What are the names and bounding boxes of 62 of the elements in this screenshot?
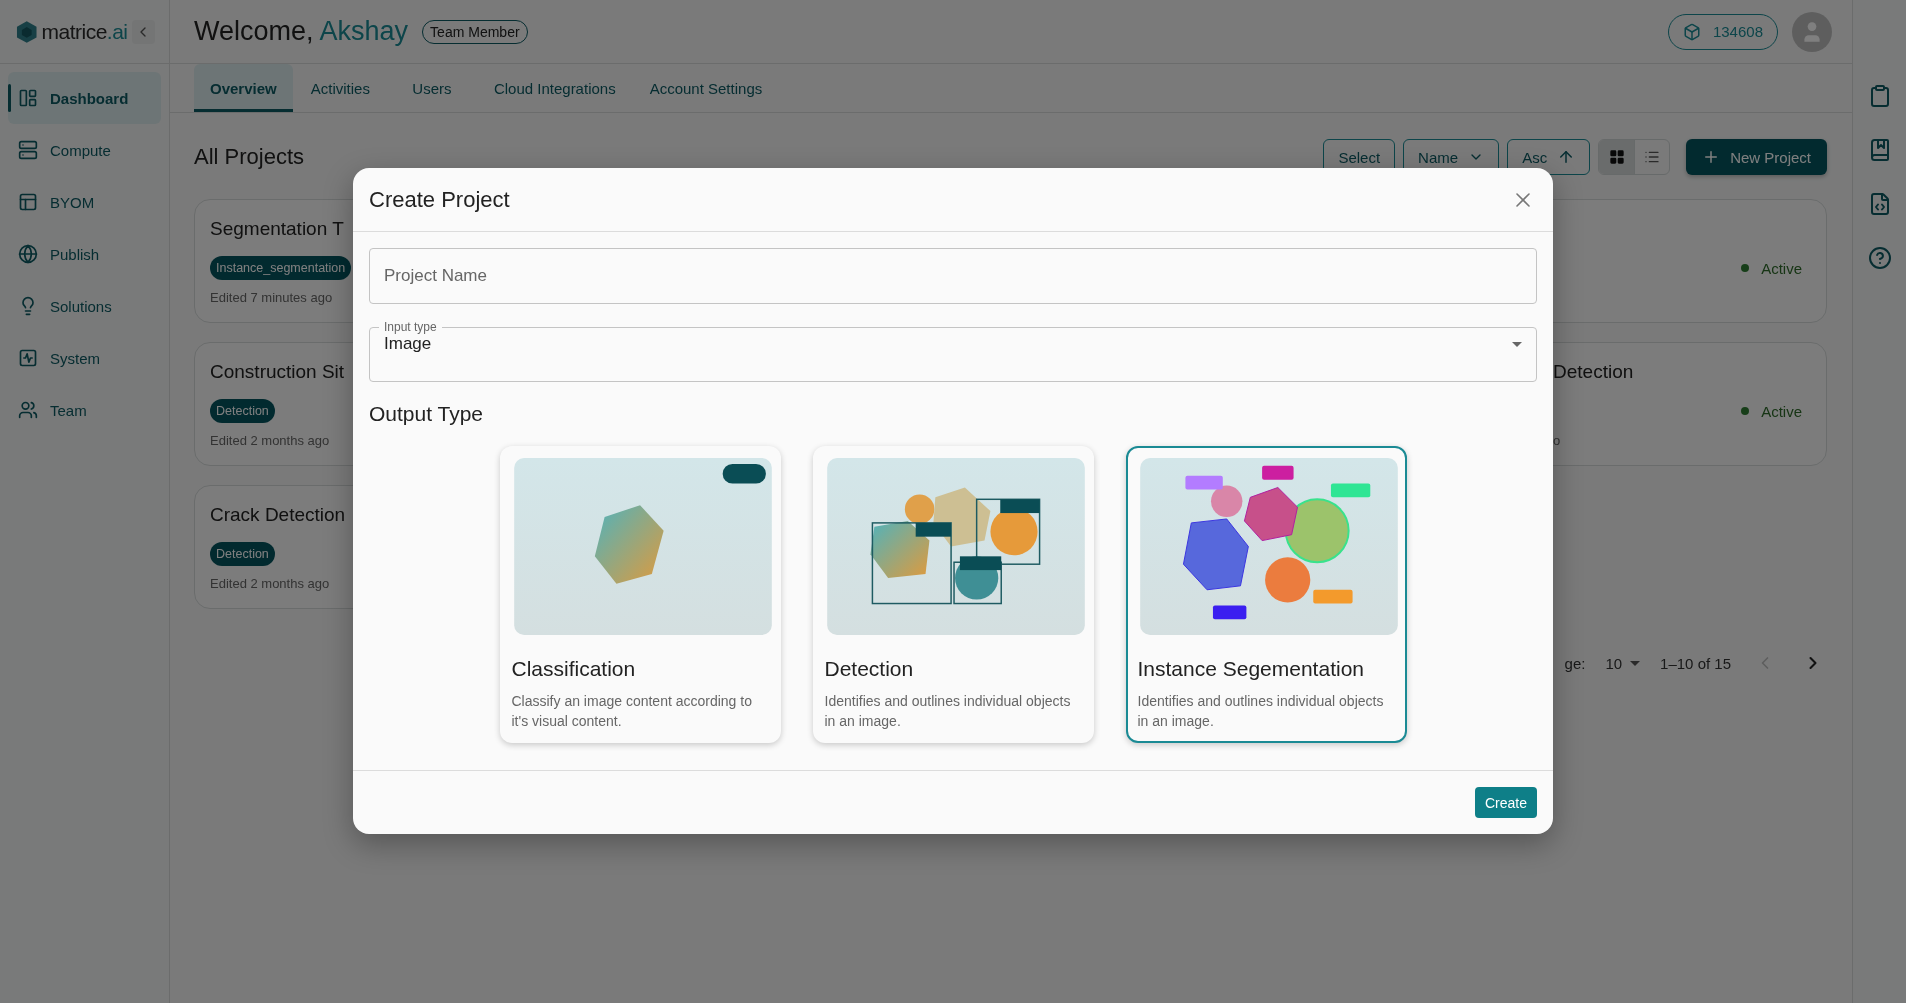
project-title: Crack Detection — [210, 504, 347, 527]
option-description: Identifies and outlines individual objects in an image. — [824, 692, 1072, 731]
server-icon — [18, 140, 38, 160]
tab[interactable]: Cloud Integrations — [477, 64, 632, 112]
output-type-card[interactable]: Instance Segementation Identifies and outlines individual objects in an image. — [1125, 446, 1407, 743]
status-label: Active — [1741, 402, 1802, 420]
activity-icon — [18, 348, 38, 368]
edited-time: Edited 2 months ago — [210, 576, 331, 591]
rows-per-page-select[interactable]: 10 — [1605, 654, 1641, 672]
tab[interactable]: Account Settings — [633, 64, 779, 112]
edited-time: o — [1552, 433, 1562, 448]
input-type-select[interactable]: Input type Image — [369, 320, 1537, 382]
sidebar-item[interactable]: Team — [8, 384, 161, 436]
help-button[interactable] — [1867, 246, 1892, 270]
edited-time: Edited 2 months ago — [210, 433, 331, 448]
option-title: Detection — [824, 657, 915, 681]
create-button[interactable]: Create — [1474, 787, 1537, 818]
project-title: Construction Sit — [210, 361, 346, 384]
users-icon — [18, 400, 38, 420]
project-title: Detection — [1552, 361, 1635, 384]
edited-time: Edited 7 minutes ago — [210, 290, 334, 305]
logo-icon — [16, 19, 38, 44]
option-description: Classify an image content according to it's visual content. — [511, 692, 753, 731]
list-icon — [1644, 149, 1661, 165]
project-tag: Detection — [210, 399, 275, 423]
section-heading: Output Type — [369, 402, 485, 426]
globe-icon — [18, 244, 38, 264]
page-range: 1–10 of 15 — [1660, 654, 1731, 672]
sidebar-item[interactable]: Compute — [8, 124, 161, 176]
cube-icon — [1682, 22, 1701, 41]
output-type-card[interactable]: Detection Identifies and outlines individual objects in an image. — [812, 446, 1094, 743]
tab[interactable]: Overview — [194, 64, 293, 112]
grid-view-button[interactable] — [1599, 140, 1635, 174]
option-title: Instance Segementation — [1137, 657, 1365, 681]
project-tag: Instance_segmentation — [210, 256, 352, 280]
sidebar-item[interactable]: System — [8, 332, 161, 384]
caret-icon — [1512, 341, 1522, 347]
grid-icon — [1608, 149, 1625, 165]
welcome-heading: Welcome, Akshay — [194, 16, 409, 47]
option-description: Identifies and outlines individual objects in an image. — [1137, 692, 1385, 731]
project-title: Segmentation T — [210, 218, 345, 241]
sidebar-item[interactable]: BYOM — [8, 176, 161, 228]
help-icon — [1867, 246, 1892, 270]
option-title: Classification — [511, 657, 637, 681]
sidebar-item[interactable]: Solutions — [8, 280, 161, 332]
dashboard-icon — [18, 88, 38, 108]
tab[interactable]: Users — [387, 64, 476, 112]
status-label: Active — [1741, 259, 1802, 277]
caret-icon — [1630, 660, 1641, 666]
project-tag: Detection — [210, 542, 275, 566]
tab[interactable]: Activities — [294, 64, 386, 112]
logo-text: matrice.ai — [41, 19, 128, 44]
output-type-card[interactable]: Classification Classify an image content according to it's visual content. — [499, 446, 781, 743]
collapse-button[interactable] — [131, 19, 155, 44]
page-title: All Projects — [194, 144, 305, 170]
sidebar-item[interactable]: Publish — [8, 228, 161, 280]
new-project-button[interactable]: New Project — [1686, 139, 1827, 175]
panels-icon — [18, 192, 38, 212]
sidebar-item[interactable]: Dashboard — [8, 72, 161, 124]
project-name-field[interactable]: Project Name — [369, 248, 1537, 304]
dialog-title: Create Project — [369, 186, 510, 213]
rows-per-page-label: ge: — [1564, 654, 1586, 672]
